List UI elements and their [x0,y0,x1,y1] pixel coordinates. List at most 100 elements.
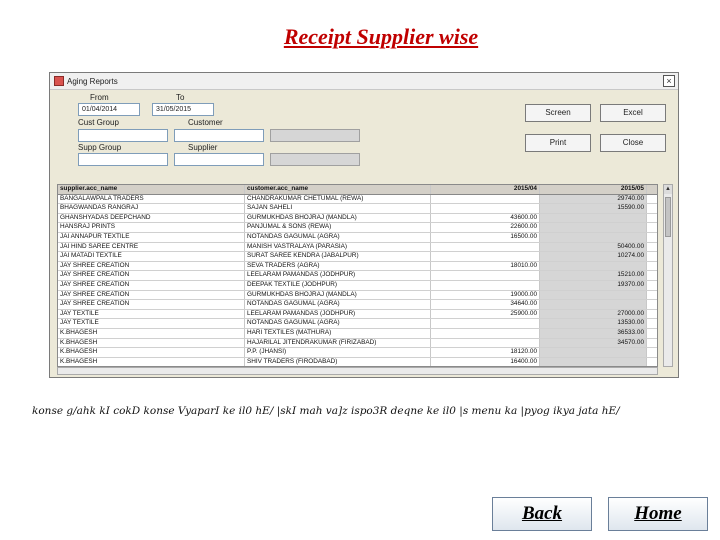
customer-cell: SEVA TRADERS (AGRA) [245,261,431,271]
amount-2015-05-cell [540,261,647,271]
table-row[interactable]: JAY SHREE CREATION SEVA TRADERS (AGRA) 180… [58,261,657,272]
customer-field[interactable] [174,129,264,142]
table-row[interactable]: HANSRAJ PRINTS PANJUMAL & SONS (REWA) 2260… [58,223,657,233]
amount-2015-05-cell [540,300,647,309]
supplier-cell: K.BHAGESH [58,348,245,357]
amount-2015-04-cell [431,242,540,252]
table-row[interactable]: K.BHAGESH P.P. (JHANSI) 18120.00 [58,348,657,358]
customer-cell: P.P. (JHANSI) [245,348,431,357]
table-row[interactable]: BANGALAWPALA TRADERS CHANDRAKUMAR CHETUMA… [58,194,657,205]
amount-2015-04-cell [431,252,540,261]
supplier-cell: JAY SHREE CREATION [58,300,245,309]
customer-cell: SURAT SAREE KENDRA (JABALPUR) [245,252,431,261]
from-date-field[interactable]: 01/04/2014 [78,103,140,116]
amount-2015-04-cell [431,271,540,280]
from-label: From [90,93,109,102]
amount-2015-05-cell: 10274.00 [540,252,647,261]
table-row[interactable]: JAY TEXTILE NOTANDAS GAGUMAL (AGRA) 13530.… [58,319,657,329]
close-button[interactable]: Close [600,134,666,152]
customer-cell: CHANDRAKUMAR CHETUMAL (REWA) [245,194,431,204]
customer-name-display [270,129,360,142]
grid-body: BANGALAWPALA TRADERS CHANDRAKUMAR CHETUMA… [58,194,657,366]
supp-group-label: Supp Group [78,143,122,152]
customer-cell: NOTANDAS GAGUMAL (AGRA) [245,300,431,309]
customer-cell: LEELARAM PAMANDAS (JODHPUR) [245,271,431,280]
amount-2015-04-cell [431,204,540,213]
supp-group-field[interactable] [78,153,168,166]
supplier-cell: BHAGWANDAS RANGRAJ [58,204,245,213]
table-row[interactable]: JAY TEXTILE LEELARAM PAMANDAS (JODHPUR) 25… [58,309,657,320]
slide-title: Receipt Supplier wise [283,24,479,49]
supplier-cell: BANGALAWPALA TRADERS [58,194,245,204]
close-icon[interactable]: × [663,75,675,87]
amount-2015-05-cell [540,348,647,357]
scroll-up-icon[interactable]: ▲ [664,185,672,194]
supplier-field[interactable] [174,153,264,166]
table-row[interactable]: K.BHAGESH SHIV TRADERS (FIRODABAD) 16400.0… [58,357,657,366]
column-header-customer[interactable]: customer.acc_name [245,185,431,194]
supplier-label: Supplier [188,143,218,152]
customer-label: Customer [188,118,223,127]
supplier-cell: JAI HIND SAREE CENTRE [58,242,245,252]
customer-cell: SAJAN SAHELI [245,204,431,213]
supplier-cell: JAY TEXTILE [58,319,245,328]
customer-cell: HARI TEXTILES (MATHURA) [245,328,431,338]
customer-cell: NOTANDAS GAGUMAL (AGRA) [245,232,431,242]
window-titlebar: Aging Reports × [50,73,678,90]
supplier-cell: K.BHAGESH [58,357,245,366]
table-row[interactable]: JAY SHREE CREATION GURMUKHDAS BHOJRAJ (MA… [58,290,657,301]
home-button[interactable]: Home [608,497,708,531]
column-header-supplier[interactable]: supplier.acc_name [58,185,245,194]
amount-2015-05-cell: 50400.00 [540,242,647,252]
supplier-cell: GHANSHYADAS DEEPCHAND [58,213,245,223]
table-row[interactable]: K.BHAGESH HAJARILAL JITENDRAKUMAR (FIRIZA… [58,338,657,349]
print-button[interactable]: Print [525,134,591,152]
amount-2015-05-cell: 15210.00 [540,271,647,280]
amount-2015-04-cell: 19000.00 [431,290,540,300]
supplier-cell: K.BHAGESH [58,328,245,338]
amount-2015-04-cell: 16400.00 [431,357,540,366]
customer-cell: MANISH VASTRALAYA (PARASIA) [245,242,431,252]
table-row[interactable]: JAI ANNAPUR TEXTILE NOTANDAS GAGUMAL (AGR… [58,232,657,243]
scroll-thumb[interactable] [665,197,671,237]
amount-2015-04-cell [431,280,540,290]
table-row[interactable]: GHANSHYADAS DEEPCHAND GURMUKHDAS BHOJRAJ … [58,213,657,224]
column-header-2015-05[interactable]: 2015/05 [540,185,647,194]
app-icon [54,76,64,86]
cust-group-label: Cust Group [78,118,119,127]
table-row[interactable]: JAI HIND SAREE CENTRE MANISH VASTRALAYA (… [58,242,657,253]
customer-cell: PANJUMAL & SONS (REWA) [245,223,431,232]
screen-button[interactable]: Screen [525,104,591,122]
column-header-2015-04[interactable]: 2015/04 [431,185,540,194]
horizontal-scrollbar[interactable] [57,367,658,375]
excel-button[interactable]: Excel [600,104,666,122]
supplier-cell: JAI MATADI TEXTILE [58,252,245,261]
amount-2015-05-cell: 29740.00 [540,194,647,204]
to-label: To [176,93,185,102]
amount-2015-04-cell [431,338,540,348]
table-row[interactable]: JAY SHREE CREATION NOTANDAS GAGUMAL (AGRA… [58,300,657,310]
vertical-scrollbar[interactable]: ▲ [663,184,673,367]
customer-cell: NOTANDAS GAGUMAL (AGRA) [245,319,431,328]
table-row[interactable]: K.BHAGESH HARI TEXTILES (MATHURA) 36533.00 [58,328,657,339]
amount-2015-04-cell: 43600.00 [431,213,540,223]
amount-2015-05-cell: 27000.00 [540,309,647,319]
amount-2015-04-cell: 18120.00 [431,348,540,357]
customer-cell: HAJARILAL JITENDRAKUMAR (FIRIZABAD) [245,338,431,348]
cust-group-field[interactable] [78,129,168,142]
amount-2015-05-cell [540,223,647,232]
amount-2015-05-cell [540,290,647,300]
amount-2015-04-cell [431,194,540,204]
table-row[interactable]: JAY SHREE CREATION DEEPAK TEXTILE (JODHPU… [58,280,657,291]
back-button[interactable]: Back [492,497,592,531]
amount-2015-05-cell: 36533.00 [540,328,647,338]
customer-cell: GURMUKHDAS BHOJRAJ (MANDLA) [245,213,431,223]
to-date-field[interactable]: 31/05/2015 [152,103,214,116]
table-row[interactable]: JAI MATADI TEXTILE SURAT SAREE KENDRA (JA… [58,252,657,262]
aging-reports-window: Aging Reports × From 01/04/2014 To 31/05… [49,72,679,378]
amount-2015-05-cell: 19370.00 [540,280,647,290]
table-row[interactable]: JAY SHREE CREATION LEELARAM PAMANDAS (JOD… [58,271,657,281]
table-row[interactable]: BHAGWANDAS RANGRAJ SAJAN SAHELI 15590.00 [58,204,657,214]
amount-2015-05-cell: 34570.00 [540,338,647,348]
supplier-cell: K.BHAGESH [58,338,245,348]
